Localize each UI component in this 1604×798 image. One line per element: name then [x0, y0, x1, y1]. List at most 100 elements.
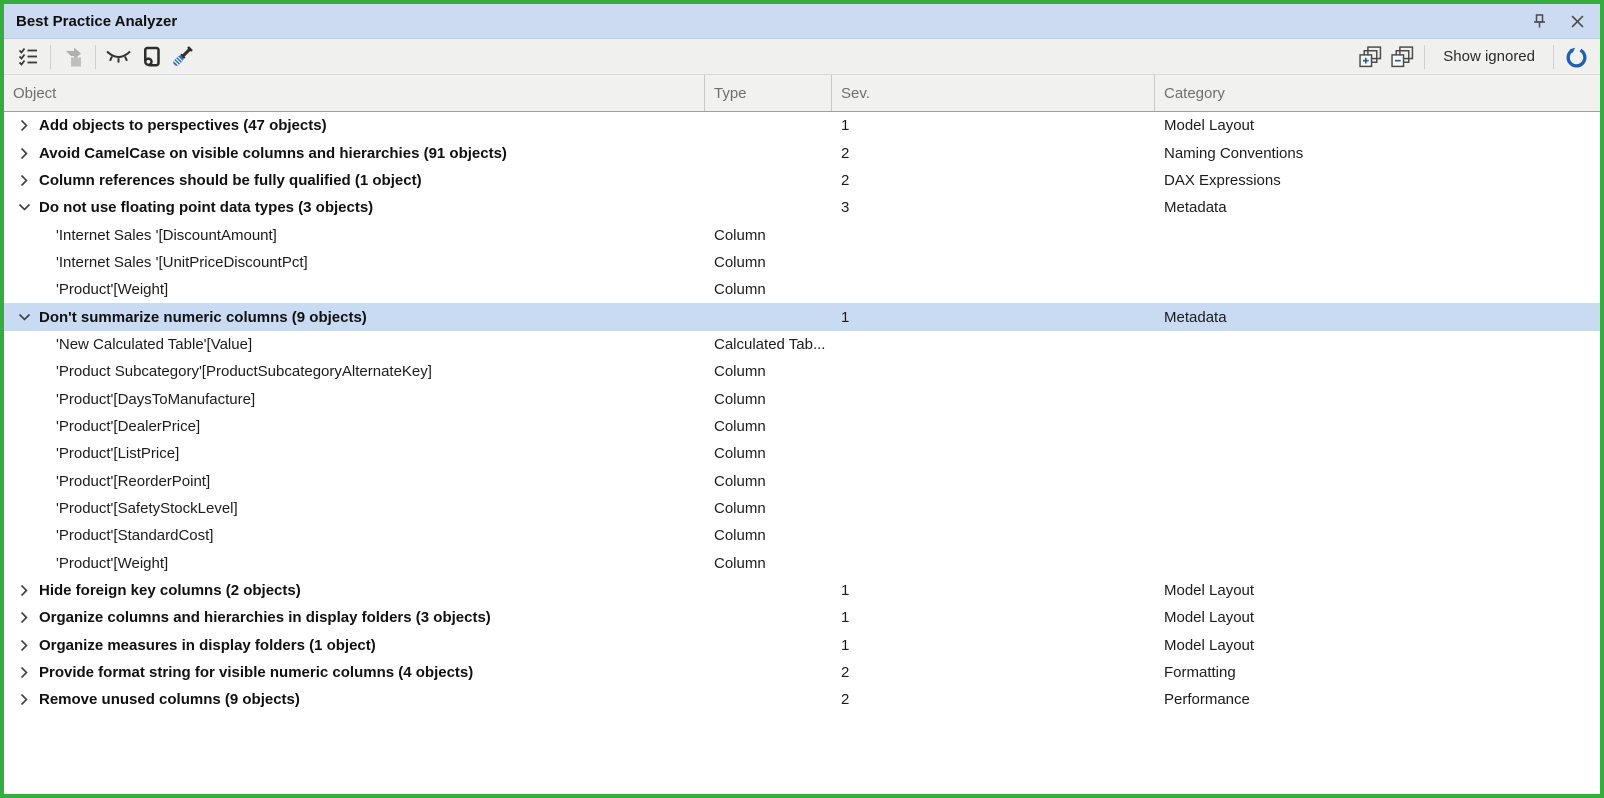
severity-cell: 1 — [832, 609, 1155, 626]
object-label: Remove unused columns (9 objects) — [39, 691, 300, 708]
table-row[interactable]: Remove unused columns (9 objects) 2 Perf… — [4, 686, 1600, 713]
type-cell: Column — [705, 418, 832, 435]
table-row[interactable]: 'Product'[DealerPrice] Column — [4, 413, 1600, 440]
table-row[interactable]: 'New Calculated Table'[Value] Calculated… — [4, 331, 1600, 358]
object-label: 'New Calculated Table'[Value] — [56, 336, 252, 353]
category-cell: Model Layout — [1155, 637, 1600, 654]
object-cell: Organize columns and hierarchies in disp… — [4, 609, 705, 626]
table-row[interactable]: 'Product'[DaysToManufacture] Column — [4, 385, 1600, 412]
type-cell: Column — [705, 391, 832, 408]
object-cell: Do not use floating point data types (3 … — [4, 199, 705, 216]
severity-cell: 2 — [832, 664, 1155, 681]
category-cell: Model Layout — [1155, 582, 1600, 599]
category-cell: Model Layout — [1155, 609, 1600, 626]
type-cell: Calculated Tab... — [705, 336, 832, 353]
object-cell: 'Product'[Weight] — [4, 281, 705, 298]
object-cell: Column references should be fully qualif… — [4, 172, 705, 189]
table-row[interactable]: Do not use floating point data types (3 … — [4, 194, 1600, 221]
object-cell: Avoid CamelCase on visible columns and h… — [4, 145, 705, 162]
category-cell: DAX Expressions — [1155, 172, 1600, 189]
rules-checklist-button[interactable] — [12, 43, 44, 71]
object-cell: 'Product'[ReorderPoint] — [4, 473, 705, 490]
fix-script-button[interactable] — [134, 43, 166, 71]
expand-all-icon — [1359, 46, 1382, 68]
table-row[interactable]: 'Product'[Weight] Column — [4, 276, 1600, 303]
table-row[interactable]: 'Product'[Weight] Column — [4, 550, 1600, 577]
collapse-all-button[interactable] — [1386, 43, 1418, 71]
table-row[interactable]: 'Product'[StandardCost] Column — [4, 522, 1600, 549]
chevron-icon[interactable] — [20, 119, 29, 132]
table-row[interactable]: Hide foreign key columns (2 objects) 1 M… — [4, 577, 1600, 604]
goto-object-button — [57, 43, 89, 71]
column-header-object[interactable]: Object — [4, 75, 705, 111]
table-row[interactable]: Add objects to perspectives (47 objects)… — [4, 112, 1600, 139]
toolbar-separator — [1553, 45, 1554, 69]
table-row[interactable]: 'Internet Sales '[DiscountAmount] Column — [4, 221, 1600, 248]
table-row[interactable]: Avoid CamelCase on visible columns and h… — [4, 139, 1600, 166]
severity-cell: 1 — [832, 117, 1155, 134]
category-cell: Naming Conventions — [1155, 145, 1600, 162]
severity-cell: 2 — [832, 172, 1155, 189]
type-cell: Column — [705, 500, 832, 517]
bpa-window: Best Practice Analyzer — [0, 0, 1604, 798]
object-cell: 'Product'[SafetyStockLevel] — [4, 500, 705, 517]
object-cell: 'Product Subcategory'[ProductSubcategory… — [4, 363, 705, 380]
chevron-icon[interactable] — [18, 203, 31, 212]
object-label: 'Product'[DealerPrice] — [56, 418, 200, 435]
close-button[interactable] — [1566, 10, 1588, 32]
refresh-icon — [1564, 44, 1589, 69]
object-label: Don't summarize numeric columns (9 objec… — [39, 309, 367, 326]
table-row[interactable]: 'Product'[ListPrice] Column — [4, 440, 1600, 467]
object-label: Organize columns and hierarchies in disp… — [39, 609, 491, 626]
type-cell: Column — [705, 445, 832, 462]
table-row[interactable]: 'Product'[SafetyStockLevel] Column — [4, 495, 1600, 522]
chevron-icon[interactable] — [20, 666, 29, 679]
table-row[interactable]: Organize measures in display folders (1 … — [4, 632, 1600, 659]
object-cell: 'Product'[DealerPrice] — [4, 418, 705, 435]
toolbar-separator — [50, 45, 51, 69]
expand-all-button[interactable] — [1354, 43, 1386, 71]
severity-cell: 1 — [832, 637, 1155, 654]
table-row[interactable]: Provide format string for visible numeri… — [4, 659, 1600, 686]
refresh-button[interactable] — [1560, 43, 1592, 71]
column-header-severity[interactable]: Sev. — [832, 75, 1155, 111]
category-cell: Model Layout — [1155, 117, 1600, 134]
object-cell: Add objects to perspectives (47 objects) — [4, 117, 705, 134]
table-row[interactable]: 'Product Subcategory'[ProductSubcategory… — [4, 358, 1600, 385]
column-header-type[interactable]: Type — [705, 75, 832, 111]
chevron-icon[interactable] — [20, 174, 29, 187]
chevron-icon[interactable] — [20, 584, 29, 597]
chevron-icon[interactable] — [20, 693, 29, 706]
apply-fix-button[interactable] — [166, 43, 198, 71]
severity-cell: 2 — [832, 145, 1155, 162]
chevron-icon[interactable] — [18, 313, 31, 322]
chevron-icon[interactable] — [20, 639, 29, 652]
object-label: 'Product'[SafetyStockLevel] — [56, 500, 238, 517]
table-row[interactable]: 'Product'[ReorderPoint] Column — [4, 467, 1600, 494]
titlebar-icons — [1528, 10, 1588, 32]
category-cell: Metadata — [1155, 309, 1600, 326]
object-cell: Don't summarize numeric columns (9 objec… — [4, 309, 705, 326]
column-header-category[interactable]: Category — [1155, 75, 1600, 111]
object-cell: 'Product'[ListPrice] — [4, 445, 705, 462]
chevron-icon[interactable] — [20, 147, 29, 160]
object-label: 'Product'[DaysToManufacture] — [56, 391, 255, 408]
table-row[interactable]: 'Internet Sales '[UnitPriceDiscountPct] … — [4, 249, 1600, 276]
category-cell: Formatting — [1155, 664, 1600, 681]
severity-cell: 1 — [832, 309, 1155, 326]
object-label: 'Product'[Weight] — [56, 555, 168, 572]
object-cell: 'New Calculated Table'[Value] — [4, 336, 705, 353]
object-label: Add objects to perspectives (47 objects) — [39, 117, 327, 134]
show-ignored-toggle[interactable]: Show ignored — [1431, 43, 1547, 71]
table-row[interactable]: Organize columns and hierarchies in disp… — [4, 604, 1600, 631]
object-cell: Remove unused columns (9 objects) — [4, 691, 705, 708]
object-cell: 'Internet Sales '[UnitPriceDiscountPct] — [4, 254, 705, 271]
object-cell: Hide foreign key columns (2 objects) — [4, 582, 705, 599]
chevron-icon[interactable] — [20, 611, 29, 624]
table-row[interactable]: Don't summarize numeric columns (9 objec… — [4, 303, 1600, 330]
type-cell: Column — [705, 473, 832, 490]
window-title: Best Practice Analyzer — [16, 13, 177, 30]
table-row[interactable]: Column references should be fully qualif… — [4, 167, 1600, 194]
ignore-rule-button[interactable] — [102, 43, 134, 71]
pin-button[interactable] — [1528, 10, 1550, 32]
